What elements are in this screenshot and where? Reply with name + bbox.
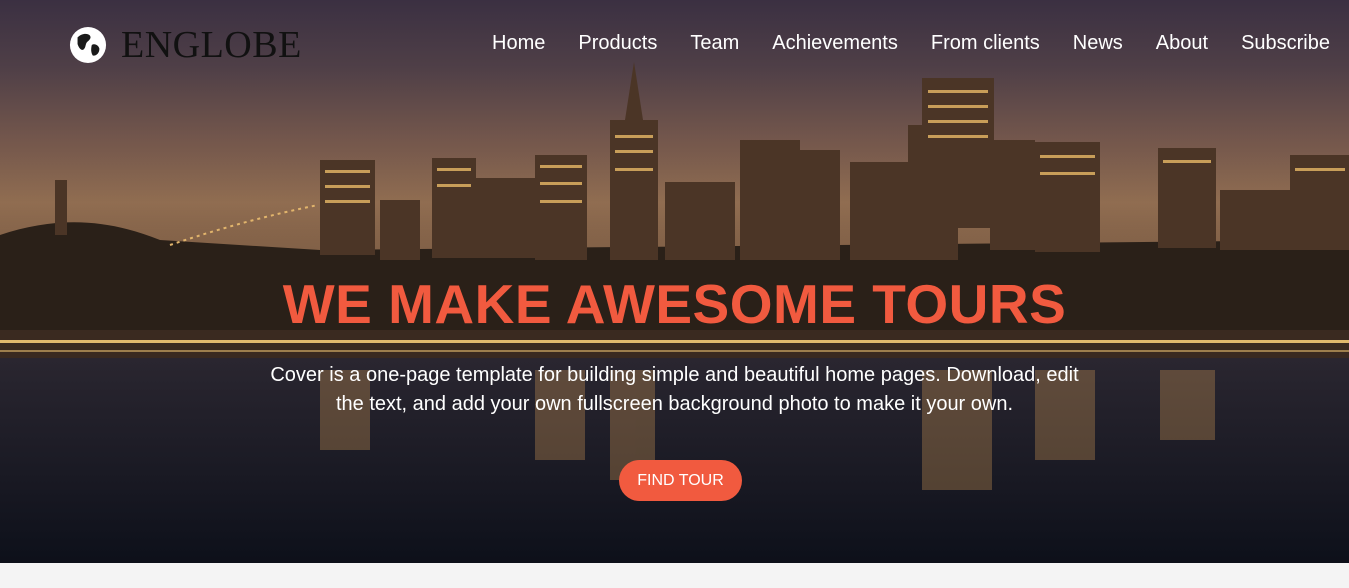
brand-logo[interactable]: ENGLOBE	[69, 26, 302, 64]
brand-name: ENGLOBE	[121, 24, 302, 66]
globe-icon	[69, 26, 107, 64]
hero-headline: WE MAKE AWESOME TOURS	[282, 273, 1067, 335]
hero-section: ENGLOBE Home Products Team Achievements …	[0, 0, 1349, 563]
nav-about[interactable]: About	[1156, 31, 1208, 55]
nav-products[interactable]: Products	[578, 31, 657, 55]
hero-lead-line-1: Cover is a one-page template for buildin…	[270, 364, 1079, 386]
nav-achievements[interactable]: Achievements	[772, 31, 898, 55]
nav-from-clients[interactable]: From clients	[931, 31, 1040, 55]
hero-lead: Cover is a one-page template for buildin…	[0, 361, 1349, 419]
main-nav: Home Products Team Achievements From cli…	[459, 31, 1330, 55]
nav-news[interactable]: News	[1073, 31, 1123, 55]
nav-subscribe[interactable]: Subscribe	[1241, 31, 1330, 55]
nav-home[interactable]: Home	[492, 31, 545, 55]
hero-lead-line-2: the text, and add your own fullscreen ba…	[335, 393, 1014, 415]
find-tour-button[interactable]: FIND TOUR	[619, 460, 742, 501]
nav-team[interactable]: Team	[690, 31, 739, 55]
